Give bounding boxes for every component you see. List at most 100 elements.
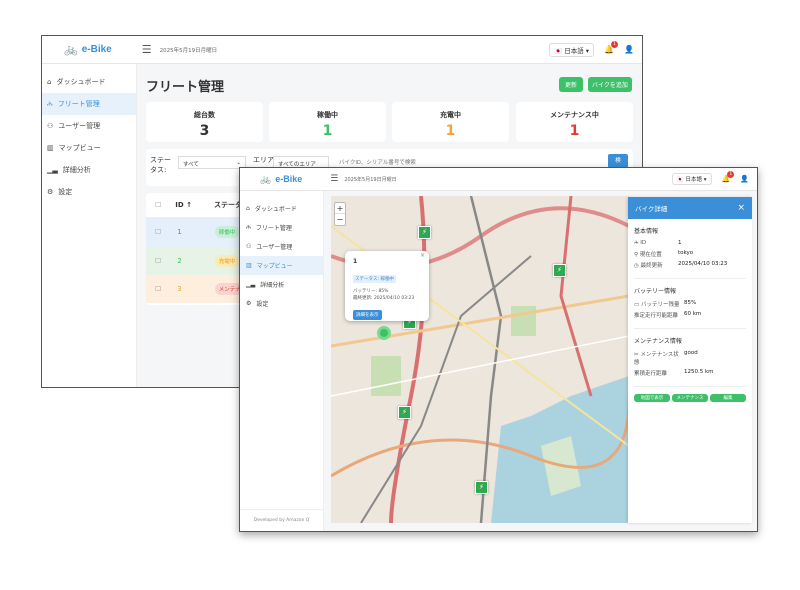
sidebar-item-fleet[interactable]: ሕ フリート管理 — [240, 218, 323, 237]
chart-icon: ▁▃ — [47, 166, 58, 174]
menu-icon[interactable]: ☰ — [142, 43, 152, 56]
label-text: バッテリー残量 — [640, 302, 680, 308]
sidebar-item-settings[interactable]: ⚙ 設定 — [42, 181, 136, 203]
divider — [634, 386, 746, 387]
page-title: フリート管理 — [146, 80, 225, 95]
close-icon[interactable]: × — [420, 252, 425, 259]
sidebar-item-label: ダッシュボード — [254, 206, 297, 213]
panel-header: バイク詳細 × — [628, 197, 752, 219]
sidebar-item-dashboard[interactable]: ⌂ ダッシュボード — [240, 199, 323, 218]
user-icon[interactable]: 👤 — [740, 175, 749, 183]
gear-icon: ⚙ — [47, 188, 54, 196]
id-label: ሕ ID — [634, 240, 647, 246]
bike-marker[interactable]: ⚡ — [418, 226, 431, 239]
battery-level: 85% — [684, 300, 697, 306]
label-text: ID — [640, 240, 647, 246]
sidebar-item-dashboard[interactable]: ⌂ ダッシュボード — [42, 71, 136, 93]
battery-label: ▭ バッテリー残量 — [634, 300, 684, 308]
edit-button[interactable]: 編集 — [710, 394, 746, 402]
map[interactable]: + − ⚡ ⚡ ⚡ ⚡ ⚡ × 1 ステータス: 稼働中 バッテリー: 85% … — [331, 196, 629, 523]
sidebar-item-settings[interactable]: ⚙ 設定 — [240, 294, 323, 313]
pin-icon: ⚲ — [634, 252, 639, 258]
sidebar-item-users[interactable]: ⚇ ユーザー管理 — [240, 237, 323, 256]
stat-card-maintenance: メンテナンス中 1 — [516, 102, 633, 142]
popup-bike-id: 1 — [353, 258, 358, 265]
selected-bike-marker[interactable] — [377, 326, 391, 340]
area-filter-label: エリア — [253, 156, 274, 164]
sidebar-item-label: マップビュー — [256, 263, 293, 270]
sidebar-item-map[interactable]: ▥ マップビュー — [240, 256, 323, 275]
sidebar-item-label: 詳細分析 — [62, 166, 91, 174]
sidebar-item-map[interactable]: ▥ マップビュー — [42, 137, 136, 159]
search-button[interactable]: 検 — [608, 154, 628, 168]
battery-icon: ▭ — [634, 302, 640, 308]
sidebar-item-label: 詳細分析 — [260, 282, 285, 289]
chart-icon: ▁▃ — [246, 281, 256, 288]
sidebar-item-fleet[interactable]: ሕ フリート管理 — [42, 93, 136, 115]
bike-marker[interactable]: ⚡ — [398, 406, 411, 419]
maintenance-state: good — [684, 350, 698, 356]
users-icon: ⚇ — [246, 243, 252, 250]
footer-credit: Developed by Amazon Q — [240, 509, 323, 531]
logo-text: e-Bike — [81, 44, 112, 55]
home-icon: ⌂ — [246, 205, 250, 212]
logo: 🚲 e-Bike — [260, 174, 302, 185]
range-label: 推定走行可能距離 — [634, 313, 679, 319]
stat-card-active: 稼働中 1 — [269, 102, 386, 142]
show-on-map-button[interactable]: 地図で表示 — [634, 394, 670, 402]
zoom-out-button[interactable]: − — [335, 214, 345, 225]
column-header-id[interactable]: ID ↑ — [175, 201, 192, 209]
sidebar-item-label: 設定 — [256, 301, 269, 308]
wrench-icon: ✂ — [634, 352, 639, 358]
bell-icon[interactable]: 🔔 1 — [604, 41, 619, 54]
zoom-control: + − — [334, 202, 346, 226]
language-select[interactable]: 🇯🇵 日本語 ▾ — [549, 42, 595, 57]
bike-marker[interactable]: ⚡ — [553, 264, 566, 277]
status-badge: 稼働中 — [214, 226, 240, 238]
sidebar: ⌂ ダッシュボード ሕ フリート管理 ⚇ ユーザー管理 ▥ マップビュー ▁▃ 詳細分析 … — [42, 64, 137, 387]
status-filter-value: すべて — [183, 162, 199, 168]
stat-card-total: 総台数 3 — [146, 102, 263, 142]
bike-popup: × 1 ステータス: 稼働中 バッテリー: 85% 最終更新: 2025/04/… — [345, 251, 429, 321]
location-label: ⚲ 現在位置 — [634, 250, 678, 258]
popup-battery: バッテリー: 85% — [353, 289, 389, 294]
popup-updated: 最終更新: 2025/04/10 03:23 — [353, 296, 415, 301]
maintenance-button[interactable]: メンテナンス — [672, 394, 708, 402]
users-icon: ⚇ — [47, 122, 54, 130]
menu-icon[interactable]: ☰ — [330, 174, 338, 184]
status-filter-label: ステータス: — [150, 156, 171, 174]
label-text: 最終更新 — [640, 263, 663, 269]
date: 2025年5月19日月曜日 — [344, 176, 397, 183]
bike-icon: 🚲 — [64, 44, 78, 56]
header: 🚲 e-Bike ☰ 2025年5月19日月曜日 🇯🇵 日本語 ▾ 🔔 1 👤 — [42, 36, 642, 64]
close-icon[interactable]: × — [737, 203, 745, 213]
language-select[interactable]: 🇯🇵 日本語 ▾ — [671, 173, 712, 185]
stat-label: メンテナンス中 — [550, 111, 599, 119]
row-checkbox[interactable]: ☐ — [155, 257, 161, 265]
row-id: 1 — [177, 228, 182, 236]
sidebar-item-users[interactable]: ⚇ ユーザー管理 — [42, 115, 136, 137]
details-button[interactable]: 詳細を表示 — [353, 310, 382, 320]
sidebar-item-analytics[interactable]: ▁▃ 詳細分析 — [240, 275, 323, 294]
date: 2025年5月19日月曜日 — [159, 47, 218, 54]
row-checkbox[interactable]: ☐ — [155, 285, 161, 293]
row-checkbox[interactable]: ☐ — [155, 228, 161, 236]
logo-text: e-Bike — [275, 174, 303, 184]
divider — [634, 328, 746, 329]
user-icon[interactable]: 👤 — [624, 45, 634, 54]
select-all-checkbox[interactable]: ☐ — [155, 201, 161, 209]
map-window: 🚲 e-Bike ☰ 2025年5月19日月曜日 🇯🇵 日本語 ▾ 🔔 1 👤 ⌂ ダ… — [239, 167, 758, 532]
sidebar-item-label: フリート管理 — [57, 100, 100, 108]
zoom-in-button[interactable]: + — [335, 203, 345, 214]
sidebar-item-label: ユーザー管理 — [58, 122, 101, 130]
sidebar-item-analytics[interactable]: ▁▃ 詳細分析 — [42, 159, 136, 181]
refresh-button[interactable]: 更新 — [559, 77, 583, 92]
row-id: 2 — [177, 257, 182, 265]
bell-icon[interactable]: 🔔 1 — [722, 171, 735, 183]
stat-label: 総台数 — [194, 111, 215, 119]
add-bike-button[interactable]: バイクを追加 — [588, 77, 632, 92]
bike-marker[interactable]: ⚡ — [475, 481, 488, 494]
panel-title: バイク詳細 — [635, 205, 668, 213]
status-filter-select[interactable]: すべて ⌄ — [178, 156, 246, 169]
gear-icon: ⚙ — [246, 300, 252, 307]
